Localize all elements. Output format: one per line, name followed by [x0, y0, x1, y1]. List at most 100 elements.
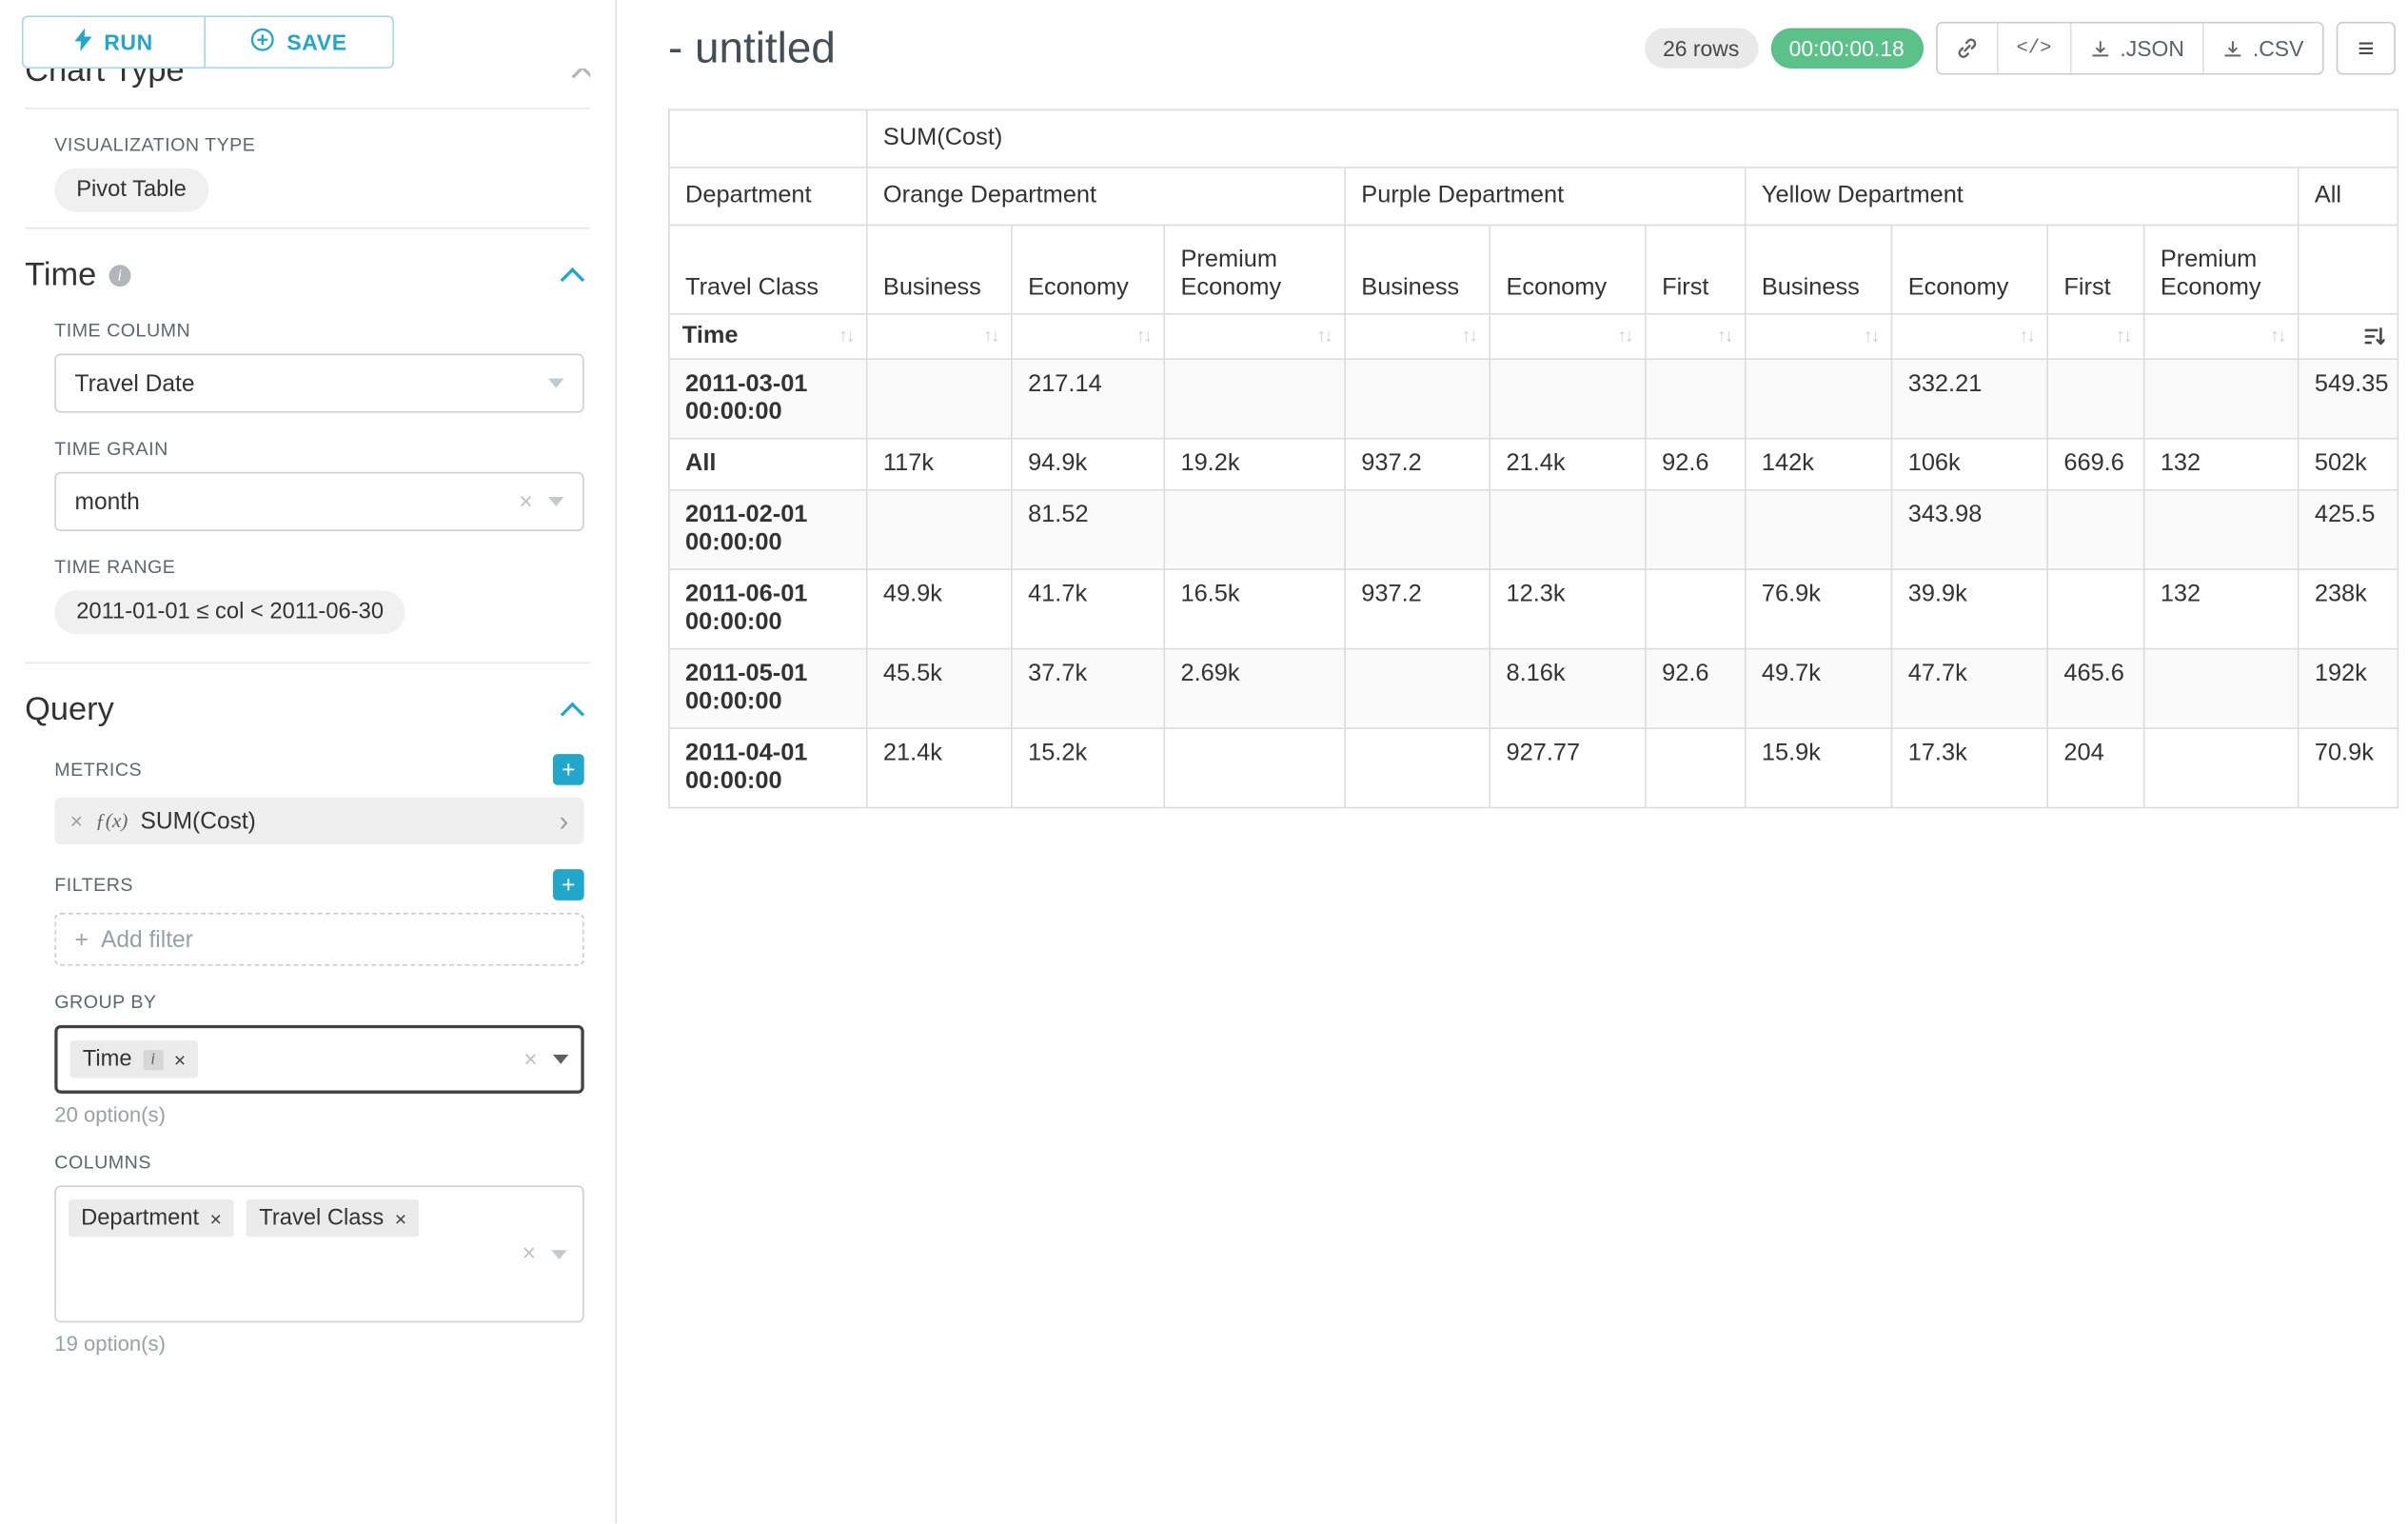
value-cell [2144, 490, 2299, 569]
time-range-value[interactable]: 2011-01-01 ≤ col < 2011-06-30 [54, 590, 405, 634]
chevron-down-icon[interactable] [551, 1249, 566, 1258]
value-cell: 94.9k [1012, 439, 1164, 490]
sort-icon[interactable]: ↑↓ [1717, 327, 1732, 346]
value-cell: 142k [1746, 439, 1892, 490]
time-sort-row: Time↑↓ ↑↓ ↑↓ ↑↓ ↑↓ ↑↓ ↑↓ ↑↓ ↑↓ ↑↓ ↑↓ [669, 314, 2398, 359]
info-icon[interactable]: i [109, 265, 130, 287]
info-icon: i [143, 1049, 163, 1069]
table-row: 2011-05-01 00:00:0045.5k37.7k2.69k8.16k9… [669, 649, 2398, 728]
value-cell: 19.2k [1164, 439, 1345, 490]
value-cell [1345, 728, 1490, 807]
value-cell: 204 [2047, 728, 2143, 807]
chevron-down-icon[interactable] [548, 379, 563, 388]
sort-icon[interactable]: ↑↓ [1462, 327, 1477, 346]
share-link-button[interactable] [1937, 24, 1996, 73]
column-group-header: All [2299, 168, 2398, 226]
visualization-type-label: VISUALIZATION TYPE [54, 134, 583, 156]
metric-item[interactable]: × ƒ(x) SUM(Cost) › [54, 798, 583, 844]
group-by-control: GROUP BY Time i × × 20 option(s) [54, 991, 583, 1126]
subcolumn-header: Business [1345, 225, 1490, 313]
subcolumn-header: Economy [1490, 225, 1646, 313]
remove-chip-icon[interactable]: × [210, 1206, 222, 1230]
column-group-header: Orange Department [867, 168, 1345, 226]
value-cell: 76.9k [1746, 569, 1892, 648]
sort-icon[interactable]: ↑↓ [839, 327, 854, 346]
control-panel: RUN SAVE Chart Type VISUALIZATION TYPE P… [0, 0, 617, 1523]
time-section-header[interactable]: Time i [25, 257, 590, 294]
clear-icon[interactable]: × [523, 1242, 536, 1266]
columns-chip[interactable]: Travel Class × [247, 1199, 419, 1237]
download-icon [2090, 38, 2110, 58]
export-json-button[interactable]: .JSON [2070, 24, 2202, 73]
chevron-up-icon[interactable] [561, 702, 584, 725]
sort-icon[interactable]: ↑↓ [2020, 327, 2035, 346]
metric-name: SUM(Cost) [140, 808, 255, 835]
add-filter-button[interactable]: + Add filter [54, 913, 583, 966]
chevron-right-icon[interactable]: › [560, 807, 569, 835]
value-cell: 17.3k [1892, 728, 2048, 807]
table-row: 2011-03-01 00:00:00217.14332.21549.35 [669, 359, 2398, 438]
sort-icon[interactable]: ↑↓ [1136, 327, 1152, 346]
more-options-button[interactable]: ≡ [2337, 22, 2396, 75]
remove-chip-icon[interactable]: × [395, 1206, 406, 1230]
time-grain-select[interactable]: month × [54, 472, 583, 531]
columns-select[interactable]: Department × Travel Class × × [54, 1185, 583, 1322]
value-cell: 70.9k [2299, 728, 2398, 807]
value-cell [1646, 359, 1746, 438]
run-button[interactable]: RUN [22, 15, 206, 69]
value-cell [1345, 359, 1490, 438]
columns-chip[interactable]: Department × [69, 1199, 234, 1237]
code-icon: </> [2017, 37, 2052, 59]
value-cell: 217.14 [1012, 359, 1164, 438]
group-by-select[interactable]: Time i × × [54, 1025, 583, 1094]
value-cell: 937.2 [1345, 439, 1490, 490]
chart-type-heading-text: Chart Type [25, 69, 184, 92]
sort-icon[interactable]: ↑↓ [2270, 327, 2285, 346]
value-cell [1646, 490, 1746, 569]
value-cell [1164, 490, 1345, 569]
collapse-chevron-icon[interactable] [571, 69, 590, 88]
row-label: 2011-02-01 00:00:00 [669, 490, 867, 569]
add-filter-plus-button[interactable]: + [553, 869, 584, 901]
chevron-up-icon[interactable] [561, 267, 584, 290]
chevron-down-icon[interactable] [553, 1055, 568, 1064]
add-metric-button[interactable]: + [553, 754, 584, 785]
value-cell [1490, 359, 1646, 438]
query-section-header[interactable]: Query [25, 692, 590, 729]
value-cell: 37.7k [1012, 649, 1164, 728]
time-column-select[interactable]: Travel Date [54, 353, 583, 412]
table-row: All117k94.9k19.2k937.221.4k92.6142k106k6… [669, 439, 2398, 490]
remove-chip-icon[interactable]: × [174, 1048, 186, 1072]
sort-icon[interactable]: ↑↓ [2116, 327, 2131, 346]
view-query-button[interactable]: </> [1996, 24, 2070, 73]
value-cell [1746, 359, 1892, 438]
sort-icon[interactable]: ↑↓ [1618, 327, 1633, 346]
time-range-control: TIME RANGE 2011-01-01 ≤ col < 2011-06-30 [54, 556, 583, 634]
time-column-control: TIME COLUMN Travel Date [54, 319, 583, 412]
filters-control: FILTERS + + Add filter [54, 869, 583, 965]
value-cell: 81.52 [1012, 490, 1164, 569]
sort-icon[interactable]: ↑↓ [1317, 327, 1332, 346]
chart-title[interactable]: - untitled [668, 24, 836, 73]
clear-icon[interactable]: × [523, 1048, 537, 1072]
sort-icon[interactable]: ↑↓ [983, 327, 998, 346]
download-icon [2223, 38, 2243, 58]
chart-header-actions: 26 rows 00:00:00.18 </> .JSON . [1644, 22, 2396, 75]
value-cell: 39.9k [1892, 569, 2048, 648]
link-icon [1956, 37, 1978, 59]
corner-cell [669, 109, 867, 168]
chevron-down-icon[interactable] [548, 497, 563, 506]
function-icon: ƒ(x) [95, 808, 128, 833]
clear-icon[interactable]: × [519, 490, 532, 514]
value-cell [1164, 359, 1345, 438]
export-csv-button[interactable]: .CSV [2203, 24, 2322, 73]
group-by-chip[interactable]: Time i × [70, 1040, 199, 1078]
save-button[interactable]: SAVE [204, 15, 394, 69]
value-cell: 117k [867, 439, 1012, 490]
sort-desc-active-icon[interactable] [2364, 327, 2384, 346]
value-cell [2047, 359, 2143, 438]
visualization-type-value[interactable]: Pivot Table [54, 168, 207, 212]
sort-icon[interactable]: ↑↓ [1864, 327, 1879, 346]
value-cell: 41.7k [1012, 569, 1164, 648]
remove-metric-icon[interactable]: × [70, 808, 83, 833]
